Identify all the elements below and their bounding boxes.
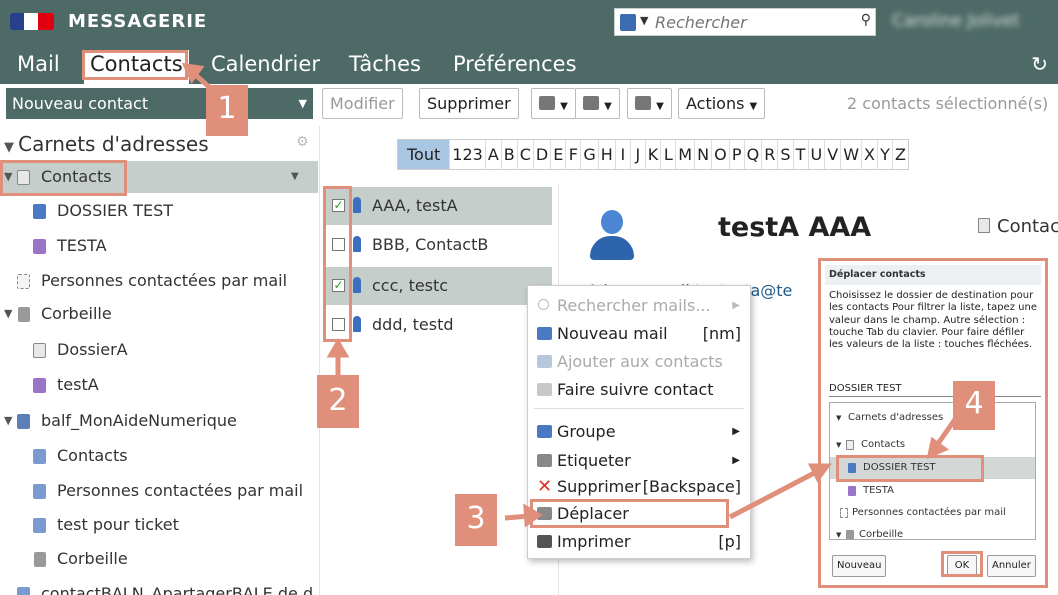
annotation-arrows: [181, 62, 961, 528]
step-badge-4: 4: [953, 381, 995, 430]
step-badge-2: 2: [317, 375, 359, 428]
step-badge-3: 3: [455, 494, 497, 546]
step-badge-1: 1: [206, 85, 248, 136]
